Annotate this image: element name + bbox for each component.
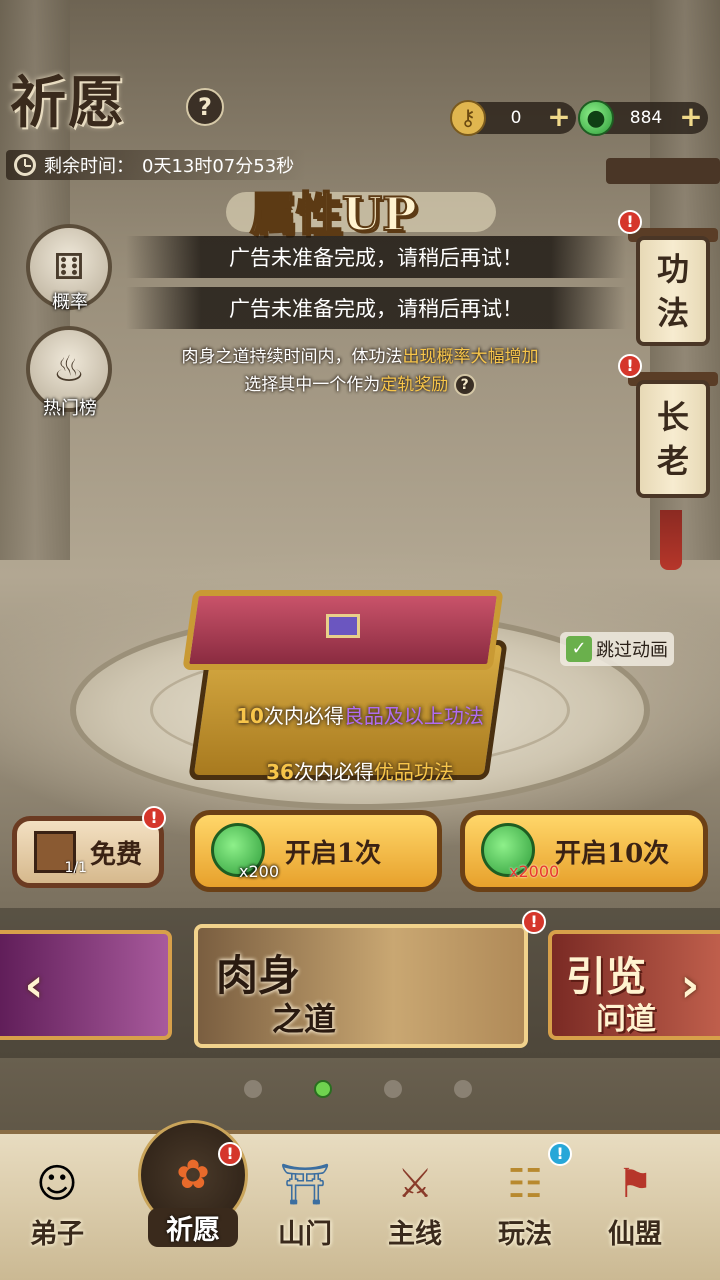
free-draw-button[interactable]: 1/1 免费 bbox=[12, 816, 164, 888]
jade-icon: ● bbox=[578, 100, 614, 136]
free-alert-badge: ! bbox=[142, 806, 166, 830]
open-once-cost: x200 bbox=[239, 862, 280, 881]
toast-message: 广告未准备完成，请稍后再试！ bbox=[126, 287, 626, 329]
banner-alert-badge: ! bbox=[522, 910, 546, 934]
dice-icon: ⚅ bbox=[53, 246, 85, 288]
gameplay-alert-badge: ! bbox=[548, 1142, 572, 1166]
chest-gem bbox=[326, 614, 360, 638]
banner-description-line2: 选择其中一个作为定轨奖励 ? bbox=[130, 370, 590, 396]
nav-sect-gate[interactable]: ⛩ 山门 bbox=[250, 1140, 360, 1270]
jade-amount: 884 bbox=[629, 108, 663, 128]
banner-title: 属性UP bbox=[249, 186, 418, 242]
nav-alliance[interactable]: ⚑ 仙盟 bbox=[580, 1140, 690, 1270]
toast-message: 广告未准备完成，请稍后再试！ bbox=[126, 236, 626, 278]
add-key-button[interactable]: + bbox=[546, 103, 572, 131]
tassel-decoration bbox=[660, 510, 682, 570]
help-button[interactable]: ? bbox=[186, 88, 224, 126]
elder-alert-badge: ! bbox=[618, 354, 642, 378]
tab-elder[interactable]: 长 老 bbox=[636, 380, 710, 498]
fire-bag-icon: ♨ bbox=[52, 348, 86, 390]
guarantee-excellent-quality: 36次内必得优品功法 bbox=[266, 760, 454, 784]
carousel-pagination bbox=[244, 1080, 472, 1098]
hot-list-label: 热门榜 bbox=[43, 398, 97, 419]
highlight-text: 定轨奖励 bbox=[380, 375, 449, 395]
banner-title-line2: 问道 bbox=[596, 1002, 656, 1037]
wish-alert-badge: ! bbox=[218, 1142, 242, 1166]
open-ten-button[interactable]: x2000 开启10次 bbox=[460, 810, 708, 892]
clock-icon bbox=[14, 154, 36, 176]
open-ten-cost: x2000 bbox=[509, 862, 560, 881]
page-dot[interactable] bbox=[244, 1080, 262, 1098]
page-dot[interactable] bbox=[384, 1080, 402, 1098]
skip-animation-label: 跳过动画 bbox=[596, 640, 668, 661]
tab-skills[interactable]: 功 法 bbox=[636, 236, 710, 346]
key-currency: ⚷ 0 + bbox=[450, 100, 576, 136]
guarantee-good-quality: 10次内必得良品及以上功法 bbox=[236, 704, 484, 728]
banner-current[interactable]: 肉身 之道 bbox=[194, 924, 528, 1048]
highlight-text: 出现概率大幅增加 bbox=[402, 347, 539, 367]
page-title: 祈愿 bbox=[10, 70, 126, 136]
add-jade-button[interactable]: + bbox=[678, 103, 704, 131]
skills-alert-badge: ! bbox=[618, 210, 642, 234]
nav-disciple[interactable]: ☺ 弟子 bbox=[2, 1140, 112, 1270]
open-once-label: 开启1次 bbox=[285, 838, 382, 869]
free-label: 免费 bbox=[89, 839, 142, 870]
page-dot[interactable] bbox=[454, 1080, 472, 1098]
ticket-icon: 1/1 bbox=[33, 831, 87, 876]
gate-roof-decoration bbox=[606, 158, 720, 184]
checkmark-icon: ✓ bbox=[566, 636, 592, 662]
banner-title-line2: 之道 bbox=[272, 1000, 337, 1038]
open-ten-label: 开启10次 bbox=[555, 838, 670, 869]
key-icon: ⚷ bbox=[450, 100, 486, 136]
timer-label: 剩余时间： bbox=[44, 156, 134, 177]
chevron-right-icon[interactable]: › bbox=[670, 958, 710, 1012]
remaining-time: 剩余时间： 0天13时07分53秒 bbox=[6, 150, 307, 180]
banner-description-line1: 肉身之道持续时间内，体功法出现概率大幅增加 bbox=[181, 347, 539, 367]
nav-mainline[interactable]: ⚔ 主线 bbox=[360, 1140, 470, 1270]
open-once-button[interactable]: x200 开启1次 bbox=[190, 810, 442, 892]
key-amount: 0 bbox=[510, 108, 522, 128]
probability-label: 概率 bbox=[52, 292, 88, 313]
info-help-button[interactable]: ? bbox=[453, 374, 476, 396]
skip-animation-toggle[interactable]: ✓ 跳过动画 bbox=[560, 632, 674, 666]
timer-value: 0天13时07分53秒 bbox=[142, 156, 295, 177]
page-dot-active[interactable] bbox=[314, 1080, 332, 1098]
chevron-left-icon[interactable]: ‹ bbox=[14, 958, 54, 1012]
jade-currency: ● 884 + bbox=[578, 100, 708, 136]
